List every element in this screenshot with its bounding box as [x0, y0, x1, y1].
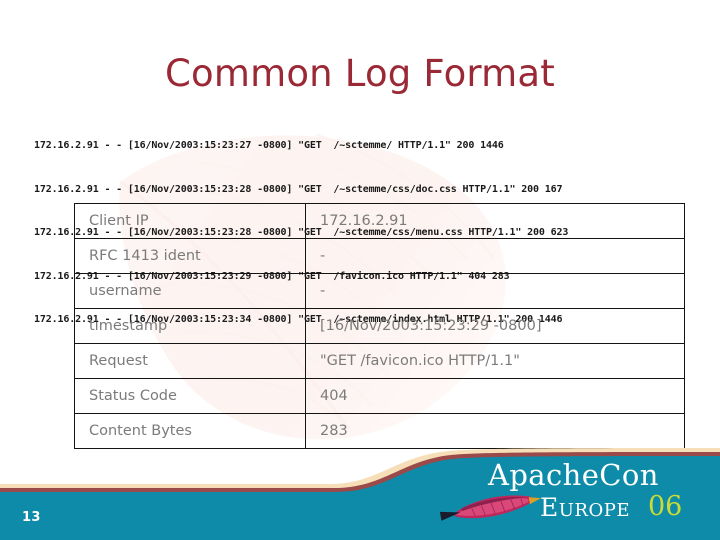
field-name-cell: timestamp: [74, 308, 306, 344]
logo-brand-text: ApacheCon: [488, 458, 659, 492]
logo-year-text: 06: [648, 491, 683, 522]
field-value-cell: 404: [305, 378, 685, 414]
field-name-cell: username: [74, 273, 306, 309]
page-title: Common Log Format: [164, 52, 556, 95]
table-row: username -: [74, 273, 685, 309]
table-row: Request "GET /favicon.ico HTTP/1.1": [74, 343, 685, 379]
slide-canvas: Common Log Format 172.16.2.91 - - [16/No…: [0, 0, 720, 540]
field-value-cell: -: [305, 273, 685, 309]
table-row: Client IP 172.16.2.91: [74, 203, 685, 239]
logo-region-text: Europe: [540, 493, 630, 522]
field-value-cell: -: [305, 238, 685, 274]
field-name-cell: Request: [74, 343, 306, 379]
field-name-cell: Client IP: [74, 203, 306, 239]
table-row: RFC 1413 ident -: [74, 238, 685, 274]
log-fields-table: Client IP 172.16.2.91 RFC 1413 ident - u…: [74, 203, 685, 449]
apachecon-logo: ApacheCon Europe 06: [430, 455, 720, 540]
table-row: timestamp [16/Nov/2003:15:23:29 -0800]: [74, 308, 685, 344]
field-value-cell: "GET /favicon.ico HTTP/1.1": [305, 343, 685, 379]
field-name-cell: RFC 1413 ident: [74, 238, 306, 274]
table-row: Status Code 404: [74, 378, 685, 414]
log-line: 172.16.2.91 - - [16/Nov/2003:15:23:27 -0…: [34, 140, 504, 151]
apache-feather-icon: [439, 495, 542, 521]
field-name-cell: Status Code: [74, 378, 306, 414]
field-value-cell: [16/Nov/2003:15:23:29 -0800]: [305, 308, 685, 344]
page-number: 13: [22, 510, 41, 525]
field-value-cell: 172.16.2.91: [305, 203, 685, 239]
log-line: 172.16.2.91 - - [16/Nov/2003:15:23:28 -0…: [34, 183, 563, 195]
